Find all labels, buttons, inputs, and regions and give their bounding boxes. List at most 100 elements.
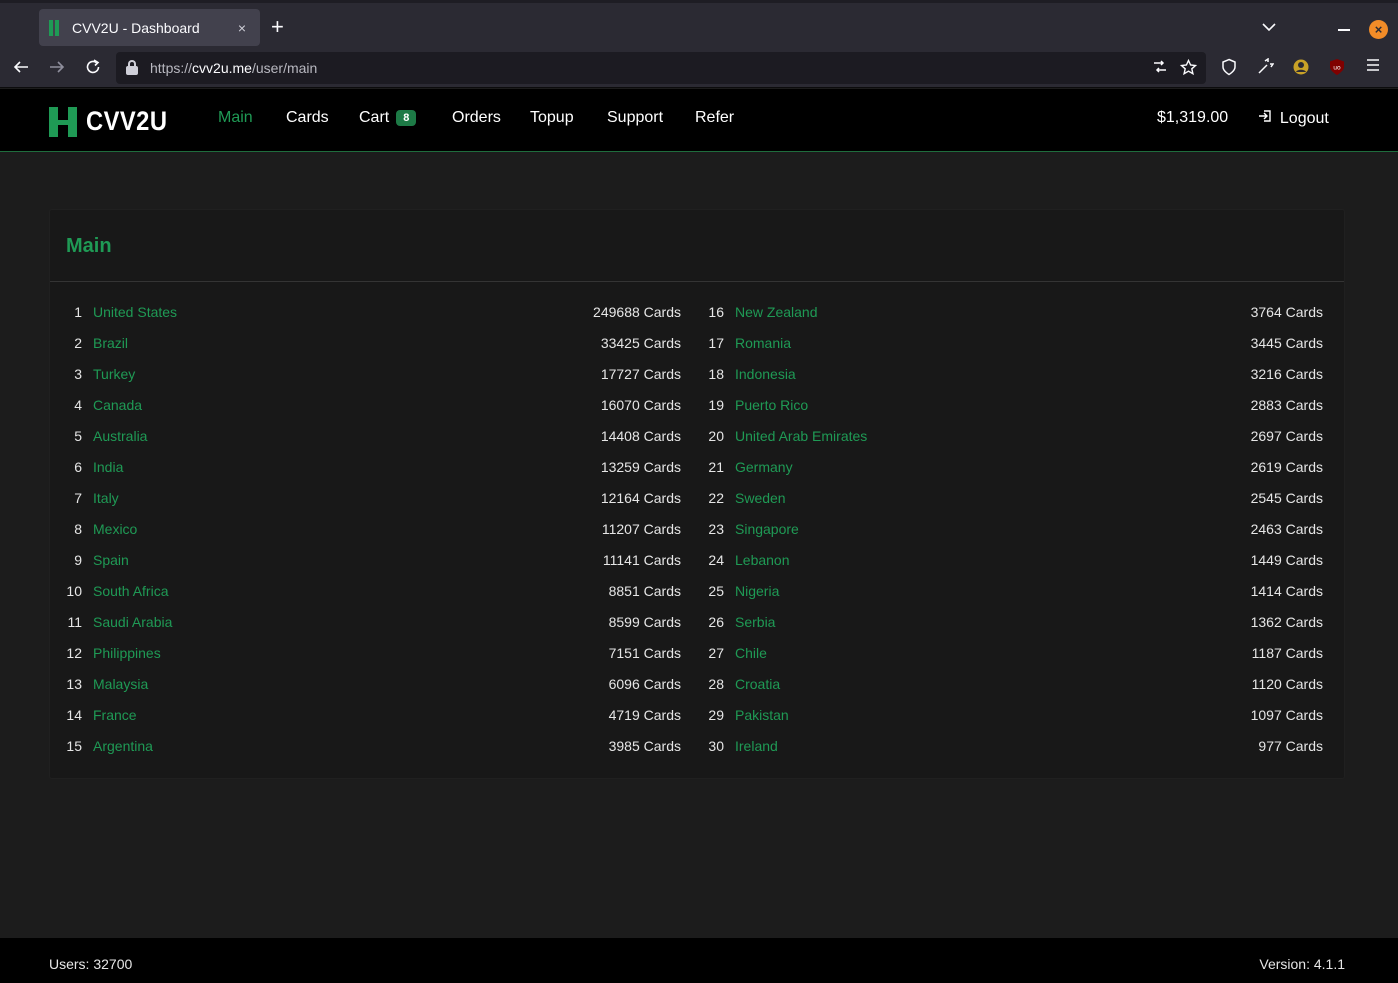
nav-support[interactable]: Support (607, 109, 663, 127)
country-link[interactable]: Germany (735, 452, 793, 483)
country-link[interactable]: Chile (735, 638, 767, 669)
table-row: 2 Brazil 33425 Cards (52, 328, 681, 359)
country-link[interactable]: Croatia (735, 669, 780, 700)
country-link[interactable]: Saudi Arabia (93, 607, 172, 638)
country-link[interactable]: Canada (93, 390, 142, 421)
country-link[interactable]: Singapore (735, 514, 799, 545)
nav-main[interactable]: Main (218, 109, 253, 127)
table-row: 5 Australia 14408 Cards (52, 421, 681, 452)
country-link[interactable]: Philippines (93, 638, 161, 669)
hamburger-menu-icon[interactable] (1364, 58, 1382, 76)
table-row: 12 Philippines 7151 Cards (52, 638, 681, 669)
country-link[interactable]: Malaysia (93, 669, 148, 700)
nav-cart[interactable]: Cart 8 (359, 109, 417, 127)
row-rank: 8 (74, 521, 82, 537)
table-row: 14 France 4719 Cards (52, 700, 681, 731)
country-link[interactable]: Indonesia (735, 359, 796, 390)
country-link[interactable]: United Arab Emirates (735, 421, 867, 452)
site-footer: Users: 32700 Version: 4.1.1 (0, 938, 1398, 983)
url-text[interactable]: https://cvv2u.me/user/main (150, 60, 317, 76)
country-link[interactable]: Argentina (93, 731, 153, 762)
star-bookmark-icon[interactable] (1179, 58, 1198, 81)
table-row: 13 Malaysia 6096 Cards (52, 669, 681, 700)
shield-icon[interactable] (1220, 58, 1238, 76)
tab-close-icon[interactable]: × (234, 20, 250, 36)
window-minimize-button[interactable] (1338, 15, 1350, 31)
back-arrow-icon[interactable] (11, 58, 31, 78)
table-row: 17 Romania 3445 Cards (694, 328, 1323, 359)
url-bar[interactable]: https://cvv2u.me/user/main (116, 52, 1206, 84)
country-link[interactable]: Ireland (735, 731, 778, 762)
logout-button[interactable]: Logout (1258, 109, 1329, 128)
tab-list-chevron-icon[interactable] (1262, 19, 1276, 35)
card-count: 33425 Cards (600, 335, 681, 351)
country-link[interactable]: France (93, 700, 137, 731)
country-link[interactable]: Sweden (735, 483, 786, 514)
row-rank: 12 (66, 645, 82, 661)
country-link[interactable]: Turkey (93, 359, 135, 390)
row-rank: 21 (708, 459, 724, 475)
table-row: 15 Argentina 3985 Cards (52, 731, 681, 762)
country-link[interactable]: United States (93, 297, 177, 328)
country-link[interactable]: Brazil (93, 328, 128, 359)
card-count: 4719 Cards (608, 707, 681, 723)
extension-avatar-icon[interactable] (1292, 58, 1310, 76)
country-link[interactable]: South Africa (93, 576, 169, 607)
country-link[interactable]: Serbia (735, 607, 775, 638)
nav-orders[interactable]: Orders (452, 109, 501, 127)
row-rank: 29 (708, 707, 724, 723)
row-rank: 1 (74, 304, 82, 320)
country-link[interactable]: New Zealand (735, 297, 818, 328)
table-row: 25 Nigeria 1414 Cards (694, 576, 1323, 607)
table-row: 21 Germany 2619 Cards (694, 452, 1323, 483)
country-link[interactable]: Pakistan (735, 700, 789, 731)
card-count: 13259 Cards (600, 459, 681, 475)
card-count: 3216 Cards (1250, 366, 1323, 382)
table-row: 27 Chile 1187 Cards (694, 638, 1323, 669)
ublock-shield-icon[interactable]: uo (1328, 58, 1346, 76)
table-row: 16 New Zealand 3764 Cards (694, 297, 1323, 328)
card-count: 1187 Cards (1251, 645, 1323, 661)
table-row: 6 India 13259 Cards (52, 452, 681, 483)
row-rank: 18 (708, 366, 724, 382)
window-close-button[interactable]: × (1369, 20, 1388, 39)
card-count: 3764 Cards (1250, 304, 1323, 320)
lock-icon[interactable] (126, 60, 138, 75)
country-link[interactable]: Nigeria (735, 576, 779, 607)
country-link[interactable]: Italy (93, 483, 119, 514)
table-row: 18 Indonesia 3216 Cards (694, 359, 1323, 390)
table-row: 19 Puerto Rico 2883 Cards (694, 390, 1323, 421)
reader-mode-icon[interactable] (1152, 59, 1168, 80)
reload-icon[interactable] (83, 58, 103, 78)
nav-refer[interactable]: Refer (695, 109, 734, 127)
svg-text:uo: uo (1333, 65, 1341, 72)
cart-count-badge: 8 (396, 110, 417, 126)
table-row: 23 Singapore 2463 Cards (694, 514, 1323, 545)
row-rank: 25 (708, 583, 724, 599)
extension-tools-icon[interactable] (1256, 57, 1275, 76)
country-link[interactable]: Spain (93, 545, 129, 576)
new-tab-button[interactable]: + (271, 16, 284, 38)
card-count: 8851 Cards (608, 583, 681, 599)
card-count: 14408 Cards (600, 428, 681, 444)
country-link[interactable]: India (93, 452, 123, 483)
row-rank: 11 (67, 614, 82, 630)
row-rank: 9 (74, 552, 82, 568)
forward-arrow-icon[interactable] (47, 58, 67, 78)
row-rank: 26 (708, 614, 724, 630)
country-link[interactable]: Puerto Rico (735, 390, 808, 421)
row-rank: 30 (708, 738, 724, 754)
country-link[interactable]: Mexico (93, 514, 137, 545)
table-row: 9 Spain 11141 Cards (52, 545, 681, 576)
nav-cards[interactable]: Cards (286, 109, 329, 127)
users-count: Users: 32700 (49, 956, 133, 972)
tab-title: CVV2U - Dashboard (72, 19, 200, 36)
country-link[interactable]: Australia (93, 421, 147, 452)
browser-tab[interactable]: CVV2U - Dashboard × (39, 9, 260, 46)
country-link[interactable]: Lebanon (735, 545, 790, 576)
country-link[interactable]: Romania (735, 328, 791, 359)
card-count: 1120 Cards (1251, 676, 1323, 692)
nav-topup[interactable]: Topup (530, 109, 574, 127)
card-count: 2883 Cards (1250, 397, 1323, 413)
site-logo[interactable]: CVV2U (49, 106, 179, 137)
